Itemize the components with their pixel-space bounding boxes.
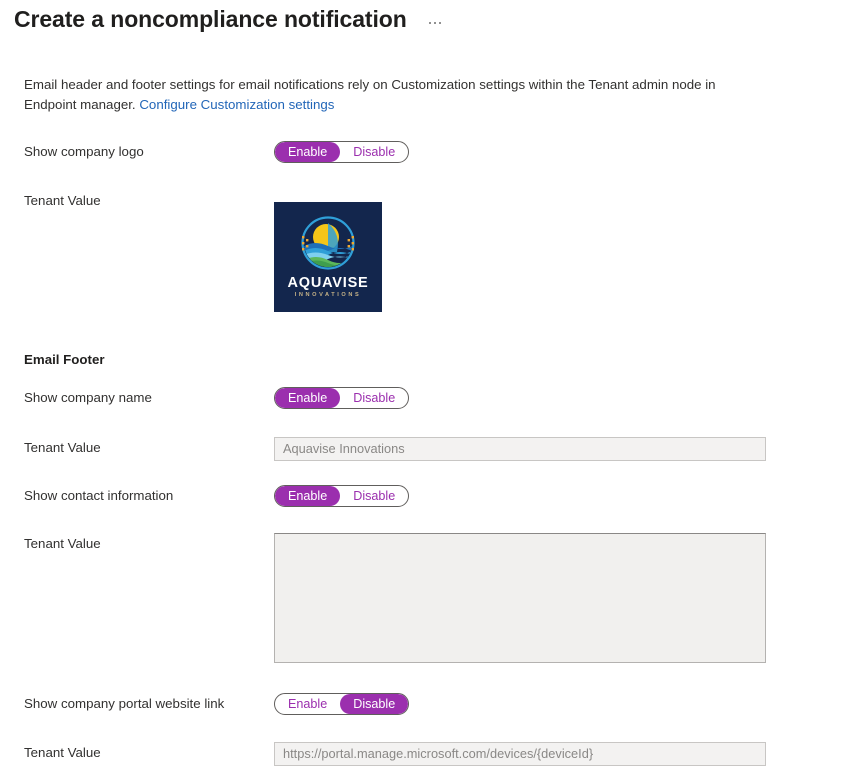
- company-logo-name: AQUAVISE: [287, 275, 369, 291]
- ellipsis-dot: [438, 21, 441, 24]
- contact-information-tenant-value-textarea[interactable]: [274, 533, 766, 663]
- show-contact-information-label: Show contact information: [24, 488, 174, 503]
- show-company-portal-website-link-label: Show company portal website link: [24, 696, 225, 711]
- company-logo-emblem-icon: [301, 216, 355, 270]
- portal-link-tenant-value-label: Tenant Value: [24, 745, 101, 760]
- more-options-icon[interactable]: [425, 16, 445, 30]
- show-contact-information-disable-option[interactable]: Disable: [340, 486, 408, 506]
- page-title: Create a noncompliance notification: [14, 6, 407, 32]
- show-company-portal-website-link-enable-option[interactable]: Enable: [275, 694, 340, 714]
- show-contact-information-enable-option[interactable]: Enable: [275, 486, 341, 506]
- ellipsis-dot: [433, 21, 436, 24]
- show-company-name-enable-option[interactable]: Enable: [275, 388, 341, 408]
- show-company-portal-website-link-disable-option[interactable]: Disable: [340, 694, 409, 714]
- company-name-tenant-value-label: Tenant Value: [24, 440, 101, 455]
- portal-link-tenant-value-field[interactable]: https://portal.manage.microsoft.com/devi…: [274, 742, 766, 766]
- description-text: Email header and footer settings for ema…: [24, 75, 769, 115]
- description-body: Email header and footer settings for ema…: [24, 77, 716, 112]
- company-logo-preview: AQUAVISE INNOVATIONS: [274, 202, 382, 312]
- noncompliance-notification-page: Create a noncompliance notification Emai…: [0, 0, 864, 781]
- company-name-tenant-value-field[interactable]: Aquavise Innovations: [274, 437, 766, 461]
- show-company-logo-disable-option[interactable]: Disable: [340, 142, 408, 162]
- logo-tenant-value-label: Tenant Value: [24, 193, 101, 208]
- configure-customization-settings-link[interactable]: Configure Customization settings: [139, 97, 334, 112]
- show-company-portal-website-link-toggle[interactable]: Enable Disable: [274, 693, 410, 715]
- show-company-name-toggle[interactable]: Enable Disable: [274, 387, 410, 409]
- show-company-logo-toggle[interactable]: Enable Disable: [274, 141, 410, 163]
- show-company-name-label: Show company name: [24, 390, 152, 405]
- show-company-logo-label: Show company logo: [24, 144, 144, 159]
- show-company-logo-enable-option[interactable]: Enable: [275, 142, 341, 162]
- show-contact-information-toggle[interactable]: Enable Disable: [274, 485, 410, 507]
- show-company-name-disable-option[interactable]: Disable: [340, 388, 408, 408]
- company-logo-tagline: INNOVATIONS: [294, 292, 362, 298]
- ellipsis-dot: [428, 21, 431, 24]
- contact-information-tenant-value-label: Tenant Value: [24, 536, 101, 551]
- page-header: Create a noncompliance notification: [14, 6, 445, 33]
- email-footer-heading: Email Footer: [24, 352, 105, 367]
